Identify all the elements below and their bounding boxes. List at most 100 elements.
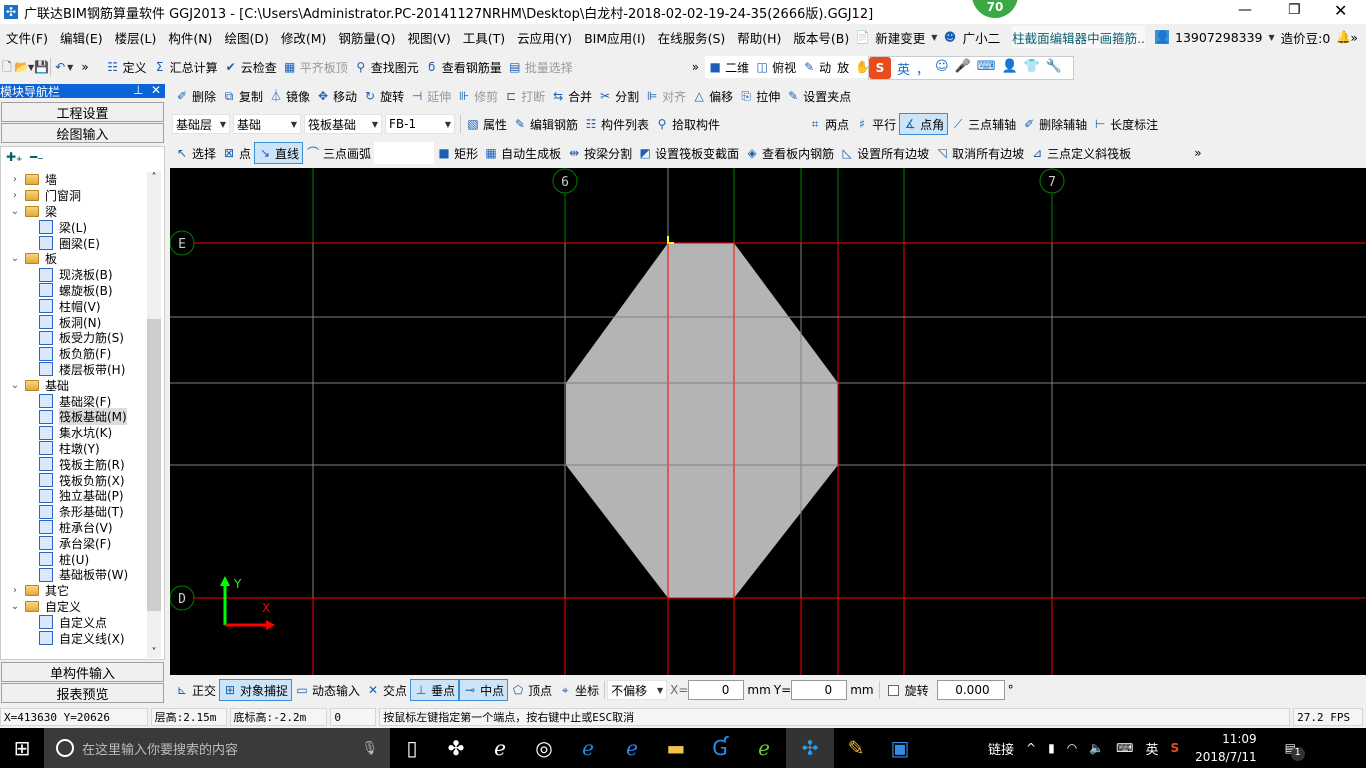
start-button[interactable]: ⊞ (0, 728, 44, 768)
project-settings-button[interactable]: 工程设置 (1, 102, 164, 122)
tree-item[interactable]: ⌄ 梁 (3, 204, 147, 220)
tree-item[interactable]: 柱帽(V) (3, 298, 147, 314)
restore-button[interactable]: ❐ (1288, 2, 1301, 18)
component-select[interactable]: 基础 ▼ (233, 114, 301, 134)
notice-link[interactable]: 柱截面编辑器中画箍筋.. (1012, 26, 1146, 48)
tree-item[interactable]: 自定义线(X) (3, 630, 147, 646)
more-chevron-icon[interactable]: » (1194, 146, 1201, 160)
toolbar-button-2[interactable]: ☷ 构件列表 (581, 113, 652, 135)
menu-item[interactable]: 帮助(H) (731, 28, 787, 47)
toolbar-button-4[interactable] (374, 142, 435, 164)
tree-item[interactable]: 圈梁(E) (3, 235, 147, 251)
more-chevron-icon[interactable]: » (81, 60, 88, 74)
tree-item[interactable]: ⌄ 自定义 (3, 599, 147, 615)
toolbar-button-4[interactable]: ↻ 旋转 (360, 85, 407, 107)
toolbar-button-5[interactable]: ⊸ 中点 (459, 679, 509, 701)
menu-item[interactable]: 版本号(B) (787, 28, 855, 47)
ime-button[interactable]: 🔧 (1046, 59, 1062, 78)
ime-button[interactable]: ☺ (935, 59, 949, 78)
menu-item[interactable]: 修改(M) (275, 28, 333, 47)
toolbar-button-2[interactable]: ↘ 直线 (254, 142, 304, 164)
new-change-menu[interactable]: 新建变更 (869, 28, 931, 47)
component-select[interactable]: 基础层 ▼ (172, 114, 230, 134)
chevron-down-icon[interactable]: ⌄ (9, 206, 21, 217)
toolbar-button-10[interactable]: ◺ 设置所有边坡 (837, 142, 932, 164)
tree-item[interactable]: 桩(U) (3, 551, 147, 567)
toolbar-button-2[interactable]: ✔ 云检查 (221, 56, 280, 78)
toolbar-button-6[interactable]: ⊪ 修剪 (454, 85, 501, 107)
toolbar-button-1[interactable]: ⧉ 复制 (219, 85, 266, 107)
link-toolbar[interactable]: 链接 (988, 739, 1014, 758)
chevron-right-icon[interactable]: › (9, 585, 21, 596)
menu-item[interactable]: 绘图(D) (218, 28, 274, 47)
toolbar-button-7[interactable]: ⊏ 打断 (501, 85, 548, 107)
toolbar-button-3[interactable]: ▦ 平齐板顶 (280, 56, 351, 78)
tree-item[interactable]: 板负筋(F) (3, 346, 147, 362)
toolbar-button-5[interactable]: ■ 矩形 (434, 142, 481, 164)
toolbar-button-5[interactable]: ⊣ 延伸 (407, 85, 454, 107)
collapse-all-icon[interactable]: ━₋ (30, 150, 44, 164)
glodon-g-icon[interactable]: Ɠ (698, 728, 742, 768)
expand-all-icon[interactable]: ✚₊ (6, 150, 22, 164)
tree-item[interactable]: 桩承台(V) (3, 520, 147, 536)
menu-item[interactable]: 构件(N) (162, 28, 218, 47)
close-panel-icon[interactable]: ✕ (151, 84, 161, 97)
tree-item[interactable]: ⌄ 基础 (3, 377, 147, 393)
toolbar-button-1[interactable]: ⊞ 对象捕捉 (219, 679, 293, 701)
tree-item[interactable]: › 墙 (3, 172, 147, 188)
close-button[interactable]: ✕ (1334, 1, 1347, 20)
sogou-tray-icon[interactable]: S (1170, 741, 1179, 755)
toolbar-button-4[interactable]: ⚲ 查找图元 (351, 56, 422, 78)
menu-item[interactable]: 楼层(L) (109, 28, 163, 47)
toolbar-button-1[interactable]: ✎ 编辑钢筋 (510, 113, 581, 135)
rotate-input[interactable]: 0.000 (936, 680, 1005, 700)
taskbar-search[interactable]: 在这里输入你要搜索的内容 🎙 (44, 728, 390, 768)
tree-item[interactable]: 柱墩(Y) (3, 441, 147, 457)
menu-item[interactable]: 文件(F) (0, 28, 54, 47)
ggj-app-icon[interactable]: ✣ (786, 728, 834, 768)
chevron-right-icon[interactable]: › (9, 174, 21, 185)
action-center-icon[interactable]: ▤ 1 (1285, 741, 1305, 761)
tree-item[interactable]: 螺旋板(B) (3, 283, 147, 299)
volume-icon[interactable]: 🔈 (1089, 741, 1104, 755)
toolbar-button-6[interactable]: ▤ 批量选择 (505, 56, 576, 78)
browser-notify-icon[interactable]: ◎ (522, 728, 566, 768)
toolbar-button-1[interactable]: ♯ 平行 (852, 113, 899, 135)
tree-item[interactable]: 集水坑(K) (3, 425, 147, 441)
open-file-icon[interactable]: 📂 (14, 60, 29, 74)
scroll-down-icon[interactable]: ˅ (147, 647, 161, 658)
toolbar-button-5[interactable]: ϭ 查看钢筋量 (422, 56, 505, 78)
toolbar-button-3[interactable]: ⚲ 拾取构件 (652, 113, 723, 135)
task-view-icon[interactable]: ▯ (390, 728, 434, 768)
chevron-down-icon[interactable]: ⌄ (9, 253, 21, 264)
toolbar-button-3[interactable]: ✕ 交点 (363, 679, 410, 701)
toolbar-button-1[interactable]: Σ 汇总计算 (150, 56, 221, 78)
toolbar-button-0[interactable]: ■ 二维 (705, 56, 752, 78)
menu-item[interactable]: 钢筋量(Q) (332, 28, 401, 47)
toolbar-button-11[interactable]: ◹ 取消所有边坡 (932, 142, 1027, 164)
edge-icon[interactable]: ℯ (566, 728, 610, 768)
tree-item[interactable]: 楼层板带(H) (3, 362, 147, 378)
ime-button[interactable]: ⌨ (977, 59, 996, 78)
tree-item[interactable]: › 其它 (3, 583, 147, 599)
tree-item[interactable]: › 门窗洞 (3, 188, 147, 204)
fan-app-icon[interactable]: ✤ (434, 728, 478, 768)
tree-item[interactable]: 自定义点 (3, 614, 147, 630)
tree-scrollbar[interactable]: ˄ ˅ (147, 172, 161, 658)
toolbar-button-9[interactable]: ◈ 查看板内钢筋 (742, 142, 837, 164)
scroll-up-icon[interactable]: ˄ (147, 172, 161, 183)
menu-item[interactable]: 工具(T) (457, 28, 511, 47)
save-icon[interactable]: 💾 (34, 60, 49, 74)
tree-item[interactable]: 梁(L) (3, 219, 147, 235)
chevron-down-icon[interactable]: ⌄ (9, 601, 21, 612)
toolbar-button-3[interactable]: ⟋ 三点辅轴 (948, 113, 1019, 135)
beans-count[interactable]: 造价豆:0 (1275, 28, 1337, 47)
toolbar-button-10[interactable]: ⊫ 对齐 (642, 85, 689, 107)
toolbar-button-0[interactable]: ⌗ 两点 (805, 113, 852, 135)
toolbar-button-6[interactable]: ⬠ 顶点 (508, 679, 555, 701)
reader-app-icon[interactable]: ▣ (878, 728, 922, 768)
minimize-button[interactable]: — (1238, 2, 1252, 18)
toolbar-button-7[interactable]: ⌖ 坐标 (555, 679, 602, 701)
tray-chevron-icon[interactable]: ^ (1026, 741, 1036, 755)
drawing-canvas[interactable]: 6 7 E D Y X (170, 168, 1366, 675)
